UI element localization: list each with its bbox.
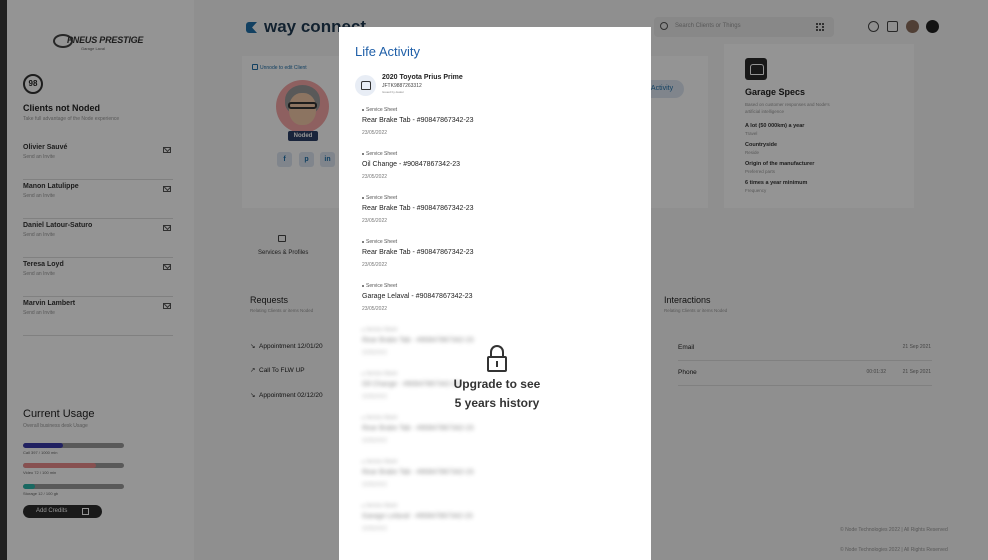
activity-entry[interactable]: Service Sheet Oil Change - #90847867342-…	[362, 151, 622, 193]
entry-tag: Service Sheet	[362, 459, 397, 465]
entry-date: 23/05/2022	[362, 306, 388, 312]
activity-entry[interactable]: Service Sheet Rear Brake Tab - #90847867…	[362, 195, 622, 237]
upgrade-line-1: Upgrade to see	[453, 377, 541, 391]
entry-tag: Service Sheet	[362, 239, 397, 245]
entry-tag: Service Sheet	[362, 151, 397, 157]
entry-date: 23/05/2022	[362, 526, 388, 532]
entry-date: 23/05/2022	[362, 482, 388, 488]
activity-entry[interactable]: Service Sheet Rear Brake Tab - #90847867…	[362, 107, 622, 149]
entry-date: 23/05/2022	[362, 174, 388, 180]
activity-entry[interactable]: Service Sheet Rear Brake Tab - #90847867…	[362, 239, 622, 281]
vehicle-note: Issued by dealer	[382, 90, 405, 94]
entry-tag: Service Sheet	[362, 283, 397, 289]
entry-title: Rear Brake Tab - #90847867342-23	[362, 249, 474, 256]
entry-title: Garage Lelaval - #90847867342-23	[362, 293, 473, 300]
entry-tag: Service Sheet	[362, 327, 397, 333]
modal-title: Life Activity	[355, 44, 421, 59]
entry-title: Rear Brake Tab - #90847867342-23	[362, 337, 474, 344]
entry-title: Rear Brake Tab - #90847867342-23	[362, 205, 474, 212]
entry-title: Garage Lelaval - #90847867342-23	[362, 513, 473, 520]
entry-tag: Service Sheet	[362, 195, 397, 201]
entry-date: 23/05/2022	[362, 438, 388, 444]
vehicle-vin: JFTK9887263312	[382, 83, 422, 89]
lock-icon	[486, 345, 508, 373]
entry-date: 23/05/2022	[362, 394, 388, 400]
activity-entry[interactable]: Service Sheet Garage Lelaval - #90847867…	[362, 283, 622, 325]
entry-tag: Service Sheet	[362, 503, 397, 509]
locked-activity-entry: Service Sheet Rear Brake Tab - #90847867…	[362, 415, 622, 457]
entry-tag: Service Sheet	[362, 107, 397, 113]
entry-date: 23/05/2022	[362, 130, 388, 136]
upgrade-line-2: 5 years history	[454, 396, 540, 410]
entry-tag: Service Sheet	[362, 371, 397, 377]
entry-title: Rear Brake Tab - #90847867342-23	[362, 117, 474, 124]
entry-tag: Service Sheet	[362, 415, 397, 421]
entry-date: 23/05/2022	[362, 262, 388, 268]
vehicle-name: 2020 Toyota Prius Prime	[382, 74, 463, 81]
car-icon	[355, 75, 376, 96]
entry-title: Rear Brake Tab - #90847867342-23	[362, 469, 474, 476]
locked-activity-entry: Service Sheet Rear Brake Tab - #90847867…	[362, 459, 622, 501]
app: PNEUS PRESTIGE Garage Laval 98 Clients n…	[0, 0, 988, 560]
locked-activity-entry: Service Sheet Garage Lelaval - #90847867…	[362, 503, 622, 545]
life-activity-modal: Life Activity 2020 Toyota Prius Prime JF…	[339, 27, 651, 560]
entry-title: Rear Brake Tab - #90847867342-23	[362, 425, 474, 432]
entry-title: Oil Change - #90847867342-23	[362, 161, 461, 168]
entry-date: 23/05/2022	[362, 350, 388, 356]
entry-date: 23/05/2022	[362, 218, 388, 224]
upgrade-prompt[interactable]: Upgrade to see 5 years history	[439, 345, 555, 410]
